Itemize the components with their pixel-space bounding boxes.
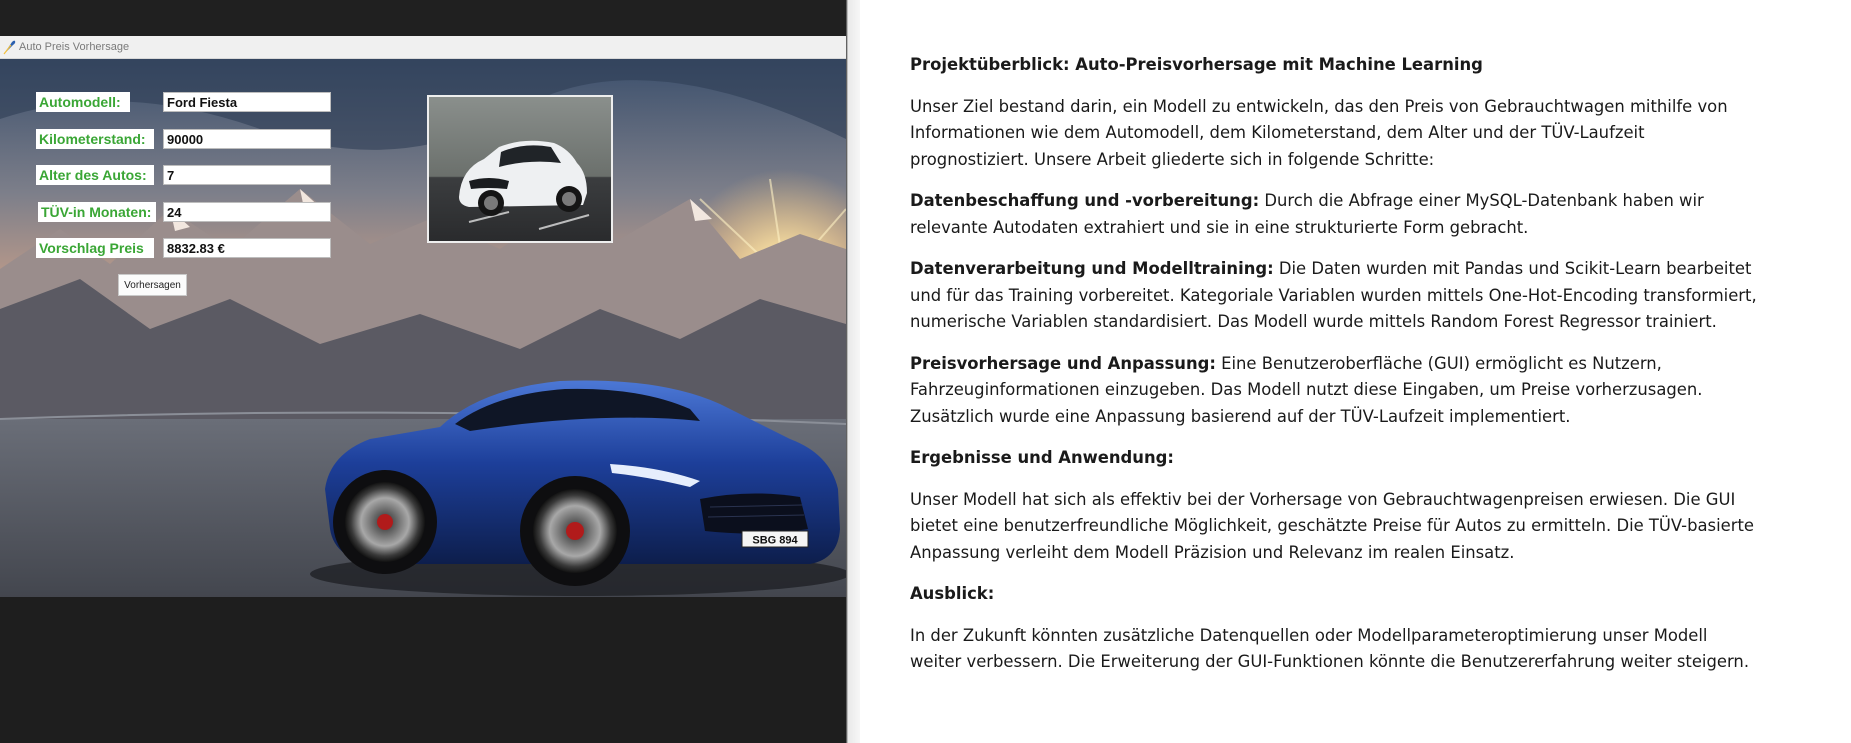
outlook-paragraph: In der Zukunft könnten zusätzliche Daten…: [910, 625, 1750, 672]
window-title: Auto Preis Vorhersage: [19, 41, 130, 53]
age-input[interactable]: [163, 165, 331, 185]
license-plate: SBG 894: [752, 535, 798, 547]
step2-paragraph: Datenverarbeitung und Modelltraining: Di…: [910, 256, 1760, 336]
results-paragraph: Unser Modell hat sich als effektiv bei d…: [910, 489, 1754, 562]
app-bottom-area: [0, 597, 846, 743]
outlook-heading: Ausblick:: [910, 584, 995, 603]
step3-title: Preisvorhersage und Anpassung:: [910, 353, 1216, 373]
feather-icon: [3, 40, 16, 55]
price-label: Vorschlag Preis: [36, 238, 154, 258]
tuev-label: TÜV-in Monaten:: [38, 202, 156, 222]
step1-paragraph: Datenbeschaffung und -vorbereitung: Durc…: [910, 188, 1760, 241]
app-window: Auto Preis Vorhersage SBG 894 Automodell…: [0, 36, 846, 598]
window-divider[interactable]: [846, 0, 860, 743]
mileage-label: Kilometerstand:: [36, 129, 154, 149]
price-output[interactable]: [163, 238, 331, 258]
app-canvas: SBG 894 Automodell: Kilometerstand: Alte…: [0, 59, 846, 598]
age-label: Alter des Autos:: [36, 165, 154, 185]
tuev-input[interactable]: [163, 202, 331, 222]
predict-button[interactable]: Vorhersagen: [118, 274, 187, 296]
intro-paragraph: Unser Ziel bestand darin, ein Modell zu …: [910, 96, 1728, 169]
step3-paragraph: Preisvorhersage und Anpassung: Eine Benu…: [910, 351, 1760, 431]
window-titlebar[interactable]: Auto Preis Vorhersage: [0, 36, 846, 59]
step1-title: Datenbeschaffung und -vorbereitung:: [910, 191, 1260, 210]
results-heading: Ergebnisse und Anwendung:: [910, 448, 1174, 467]
model-label: Automodell:: [36, 92, 130, 112]
step2-title: Datenverarbeitung und Modelltraining:: [910, 259, 1274, 278]
document-heading: Projektüberblick: Auto-Preisvorhersage m…: [910, 55, 1483, 74]
mileage-input[interactable]: [163, 129, 331, 149]
document-content: Projektüberblick: Auto-Preisvorhersage m…: [910, 52, 1760, 691]
car-preview-image: [427, 95, 613, 243]
document-page: Projektüberblick: Auto-Preisvorhersage m…: [860, 0, 1851, 743]
model-input[interactable]: [163, 92, 331, 112]
